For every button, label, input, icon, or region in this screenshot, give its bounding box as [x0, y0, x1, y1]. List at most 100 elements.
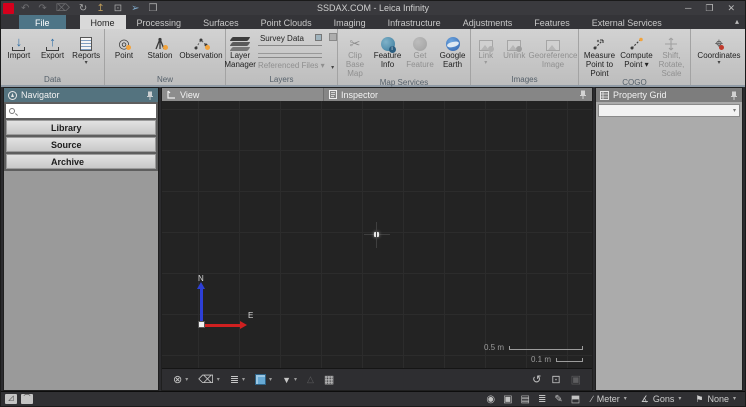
view-panel: View Inspector N E 0.5 m 0.1 m ⊗▾ ⌫▾ ≣▾ …: [161, 87, 593, 391]
shift-rotate-scale-button: Shift, Rotate, Scale: [654, 31, 689, 78]
import-button[interactable]: ↓ Import: [2, 31, 36, 75]
restore-button[interactable]: ❐: [705, 3, 713, 14]
minimize-button[interactable]: ─: [685, 3, 691, 14]
group-label-images: Images: [472, 75, 577, 85]
angle-unit-dropdown[interactable]: ∡ Gons ▾: [636, 394, 687, 405]
tab-surfaces[interactable]: Surfaces: [192, 15, 250, 29]
toggle-reports-icon[interactable]: ✎: [552, 394, 564, 405]
navigator-search[interactable]: [6, 104, 156, 118]
toggle-property-grid-icon[interactable]: ▤: [519, 394, 532, 405]
tab-infrastructure[interactable]: Infrastructure: [377, 15, 452, 29]
map-canvas[interactable]: N E 0.5 m 0.1 m: [162, 101, 592, 368]
feature-info-icon: [381, 32, 395, 51]
ribbon-group-layers: Layer Manager Survey Data Referenced Fil…: [226, 29, 338, 85]
tab-home[interactable]: Home: [80, 15, 126, 29]
distance-unit-dropdown[interactable]: ∕ Meter ▾: [586, 394, 632, 404]
undo-icon[interactable]: ↶: [21, 3, 29, 14]
search-input[interactable]: [18, 106, 153, 116]
filter-button[interactable]: ▼▾: [279, 375, 300, 385]
pin-tool-icon[interactable]: ➢: [131, 3, 139, 14]
tab-imaging[interactable]: Imaging: [323, 15, 377, 29]
new-observation-button[interactable]: Observation: [178, 31, 224, 75]
new-station-button[interactable]: Station: [142, 31, 178, 75]
toggle-inspector-icon[interactable]: ▣: [501, 394, 514, 405]
status-quick-button-1[interactable]: ◿: [5, 394, 17, 404]
toggle-archive-icon[interactable]: ⬒: [569, 394, 582, 405]
navigator-pin-icon[interactable]: [146, 91, 154, 100]
tab-external-services[interactable]: External Services: [581, 15, 673, 29]
view-pin-icon[interactable]: [579, 90, 587, 99]
layer-manager-button[interactable]: Layer Manager: [224, 31, 256, 75]
layers-dropdown-caret[interactable]: ▾: [331, 65, 334, 71]
navigator-panel: Navigator Library Source Archive: [3, 87, 159, 391]
ribbon-tab-bar: File Home Processing Surfaces Point Clou…: [1, 15, 745, 29]
coordinates-icon: ⌖: [715, 32, 723, 51]
tab-inspector[interactable]: Inspector: [324, 88, 592, 101]
collapse-ribbon-icon[interactable]: ▴: [735, 15, 739, 29]
scale-label-large: 0.5 m: [484, 343, 504, 352]
referenced-files-dropdown[interactable]: Referenced Files ▾: [258, 58, 325, 70]
compute-point-button[interactable]: Compute Point ▾: [619, 31, 654, 78]
window-controls: ─ ❐ ✕: [685, 3, 745, 14]
group-label-new: New: [106, 75, 224, 85]
inspector-doc-icon: [329, 90, 337, 99]
property-grid-panel: Property Grid ▾: [595, 87, 743, 391]
coordinates-button[interactable]: ⌖ Coordinates ▾: [692, 31, 746, 75]
new-point-button[interactable]: ◎ Point: [106, 31, 142, 75]
render-mode-button[interactable]: ⊗▾: [170, 373, 191, 386]
view-3d-button[interactable]: ▾: [252, 374, 275, 385]
layer-visibility-toggle[interactable]: [315, 34, 322, 41]
scale-label-small: 0.1 m: [531, 355, 551, 364]
ribbon-group-data: ↓ Import ↑ Export Reports ▾ Data: [1, 29, 105, 85]
delete-icon[interactable]: ⌦: [56, 3, 70, 14]
status-bar: ◿ ⌒ ◉ ▣ ▤ ≣ ✎ ⬒ ∕ Meter ▾ ∡ Gons ▾ ⚑ Non…: [1, 391, 745, 406]
eraser-tool-button[interactable]: ⌫▾: [195, 373, 223, 386]
grid-toggle-button[interactable]: ▦: [321, 373, 337, 386]
sync-icon[interactable]: ↻: [79, 3, 87, 14]
tab-file[interactable]: File: [19, 15, 66, 29]
tab-view[interactable]: View: [162, 88, 324, 101]
north-axis-arrow: [200, 288, 203, 321]
import-instrument-icon[interactable]: ↥: [96, 3, 104, 14]
navigator-section-source[interactable]: Source: [6, 137, 156, 152]
tab-processing[interactable]: Processing: [126, 15, 193, 29]
link-image-icon: [479, 32, 493, 51]
google-earth-button[interactable]: Google Earth: [436, 31, 469, 78]
coordinates-dropdown-caret[interactable]: ▾: [717, 60, 720, 66]
layer-list[interactable]: Survey Data: [258, 33, 322, 58]
observation-icon: [193, 32, 209, 51]
property-grid-header: Property Grid: [596, 88, 742, 102]
archive-box-icon[interactable]: ⊡: [114, 3, 122, 14]
tab-point-clouds[interactable]: Point Clouds: [250, 15, 323, 29]
zoom-extents-button[interactable]: ⊡: [548, 373, 563, 386]
status-quick-button-2[interactable]: ⌒: [21, 394, 33, 404]
property-grid-pin-icon[interactable]: [730, 91, 738, 100]
tab-adjustments[interactable]: Adjustments: [452, 15, 524, 29]
redo-icon[interactable]: ↷: [38, 3, 46, 14]
toggle-layers-icon[interactable]: ≣: [536, 394, 548, 405]
close-button[interactable]: ✕: [727, 3, 735, 14]
angle-unit-value: Gons: [653, 394, 675, 404]
measure-point-to-point-button[interactable]: Measure Point to Point: [580, 31, 619, 78]
layer-visibility-button[interactable]: ≣▾: [227, 373, 248, 386]
navigator-section-archive[interactable]: Archive: [6, 154, 156, 169]
zoom-extents-icon: ⊡: [551, 373, 560, 386]
point-icon: ◎: [118, 32, 129, 51]
tab-features[interactable]: Features: [523, 15, 581, 29]
new-window-icon[interactable]: ❒: [148, 3, 157, 14]
reports-dropdown-caret[interactable]: ▾: [85, 60, 88, 66]
view-lock-icon: ▣: [571, 373, 581, 386]
feature-info-button[interactable]: Feature Info: [371, 31, 404, 78]
toggle-navigator-icon[interactable]: ◉: [484, 394, 497, 405]
export-button[interactable]: ↑ Export: [36, 31, 70, 75]
navigator-section-library[interactable]: Library: [6, 120, 156, 135]
coordinate-system-dropdown[interactable]: ⚑ None ▾: [690, 394, 741, 405]
reset-view-button[interactable]: ↺: [529, 373, 544, 386]
group-label-layers: Layers: [227, 75, 336, 85]
reports-button[interactable]: Reports ▾: [69, 31, 103, 75]
east-axis-label: E: [248, 311, 253, 320]
layers-mini-controls: ▾: [327, 31, 339, 75]
render-mode-icon: ⊗: [173, 373, 182, 386]
distance-unit-value: Meter: [597, 394, 620, 404]
property-selector-dropdown[interactable]: ▾: [598, 104, 740, 117]
